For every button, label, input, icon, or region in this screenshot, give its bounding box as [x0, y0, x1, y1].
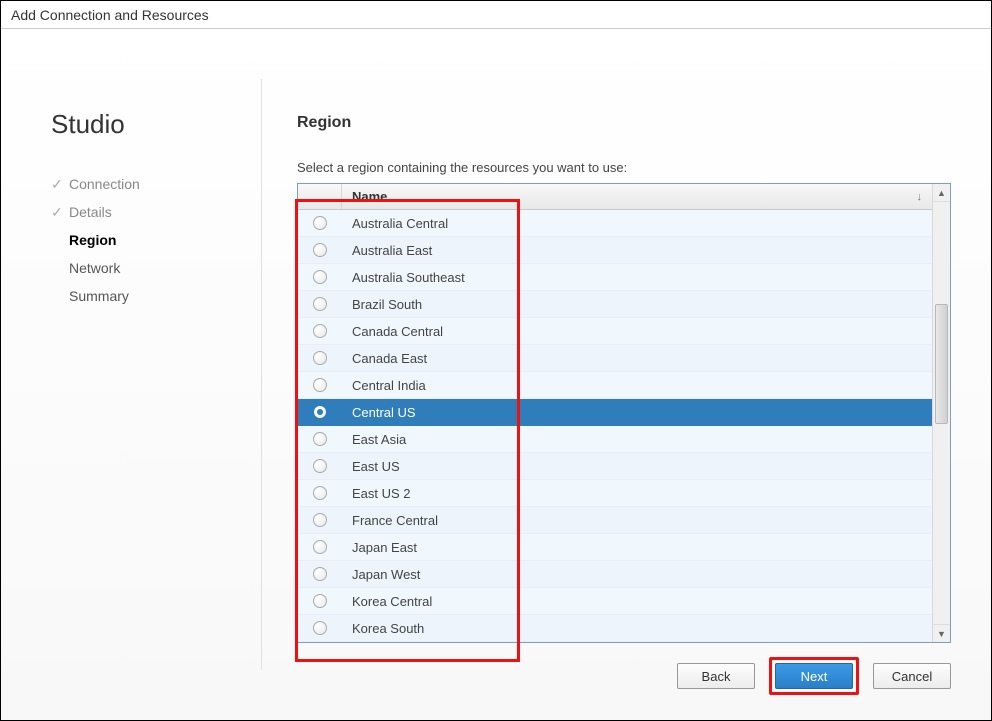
radio-icon: [313, 594, 327, 608]
region-name: Australia East: [342, 243, 932, 258]
radio-icon: [313, 486, 327, 500]
region-name: Australia Southeast: [342, 270, 932, 285]
region-row[interactable]: East Asia: [298, 426, 932, 453]
region-radio[interactable]: [298, 216, 342, 230]
wizard-step-region[interactable]: Region: [51, 226, 251, 254]
column-header-name: Name: [352, 189, 387, 204]
region-radio[interactable]: [298, 270, 342, 284]
window-titlebar: Add Connection and Resources: [1, 1, 991, 29]
region-radio[interactable]: [298, 405, 342, 419]
region-row[interactable]: Australia Southeast: [298, 264, 932, 291]
region-row[interactable]: Central India: [298, 372, 932, 399]
header-name-col[interactable]: Name ↓: [342, 189, 932, 204]
region-row[interactable]: Korea South: [298, 615, 932, 642]
region-row[interactable]: Canada East: [298, 345, 932, 372]
region-name: East US: [342, 459, 932, 474]
window-title: Add Connection and Resources: [11, 7, 209, 23]
radio-icon: [313, 378, 327, 392]
wizard-step-connection[interactable]: Connection: [51, 170, 251, 198]
region-radio[interactable]: [298, 567, 342, 581]
region-row[interactable]: Central US: [298, 399, 932, 426]
wizard-sidebar: Studio ConnectionDetailsRegionNetworkSum…: [1, 29, 261, 720]
region-name: France Central: [342, 513, 932, 528]
region-rows: Australia Central Australia East Australia…: [298, 210, 932, 642]
region-row[interactable]: Australia East: [298, 237, 932, 264]
radio-icon: [313, 216, 327, 230]
header-radio-col: [298, 184, 342, 209]
region-row[interactable]: Australia Central: [298, 210, 932, 237]
region-radio[interactable]: [298, 513, 342, 527]
next-button[interactable]: Next: [775, 663, 853, 689]
region-radio[interactable]: [298, 351, 342, 365]
region-row[interactable]: Brazil South: [298, 291, 932, 318]
region-row[interactable]: Japan East: [298, 534, 932, 561]
region-name: Australia Central: [342, 216, 932, 231]
region-row[interactable]: Japan West: [298, 561, 932, 588]
radio-icon: [313, 270, 327, 284]
region-name: East US 2: [342, 486, 932, 501]
wizard-step-network[interactable]: Network: [51, 254, 251, 282]
scroll-thumb[interactable]: [935, 304, 948, 424]
region-radio[interactable]: [298, 324, 342, 338]
list-header: Name ↓: [298, 184, 932, 210]
radio-icon: [313, 324, 327, 338]
wizard-steps: ConnectionDetailsRegionNetworkSummary: [51, 170, 251, 310]
region-name: Korea Central: [342, 594, 932, 609]
region-radio[interactable]: [298, 486, 342, 500]
radio-icon: [313, 540, 327, 554]
vertical-scrollbar[interactable]: ▲ ▼: [932, 184, 950, 642]
instruction-text: Select a region containing the resources…: [297, 160, 951, 175]
region-row[interactable]: East US 2: [298, 480, 932, 507]
region-name: Central US: [342, 405, 932, 420]
region-name: Brazil South: [342, 297, 932, 312]
sort-arrow-icon: ↓: [917, 191, 923, 203]
radio-icon: [313, 567, 327, 581]
region-name: Japan East: [342, 540, 932, 555]
radio-icon: [313, 351, 327, 365]
radio-icon: [313, 297, 327, 311]
radio-icon: [313, 405, 327, 419]
region-radio[interactable]: [298, 378, 342, 392]
region-row[interactable]: Korea Central: [298, 588, 932, 615]
scroll-up-icon[interactable]: ▲: [933, 184, 950, 202]
radio-icon: [313, 621, 327, 635]
region-radio[interactable]: [298, 432, 342, 446]
wizard-step-summary[interactable]: Summary: [51, 282, 251, 310]
region-name: East Asia: [342, 432, 932, 447]
region-radio[interactable]: [298, 459, 342, 473]
region-name: Canada Central: [342, 324, 932, 339]
main-panel: Region Select a region containing the re…: [262, 29, 991, 720]
annotation-highlight-next: Next: [769, 657, 859, 695]
region-row[interactable]: East US: [298, 453, 932, 480]
app-name: Studio: [51, 109, 251, 140]
page-heading: Region: [297, 114, 951, 132]
wizard-step-details[interactable]: Details: [51, 198, 251, 226]
region-radio[interactable]: [298, 297, 342, 311]
radio-icon: [313, 513, 327, 527]
radio-icon: [313, 243, 327, 257]
region-row[interactable]: Canada Central: [298, 318, 932, 345]
scroll-down-icon[interactable]: ▼: [933, 624, 950, 642]
wizard-footer: Back Next Cancel: [677, 657, 951, 695]
radio-icon: [313, 432, 327, 446]
cancel-button[interactable]: Cancel: [873, 663, 951, 689]
region-listbox: Name ↓ Australia CentralAustralia EastAu…: [297, 183, 951, 643]
radio-icon: [313, 459, 327, 473]
region-name: Central India: [342, 378, 932, 393]
back-button[interactable]: Back: [677, 663, 755, 689]
region-radio[interactable]: [298, 621, 342, 635]
region-row[interactable]: France Central: [298, 507, 932, 534]
region-name: Korea South: [342, 621, 932, 636]
region-radio[interactable]: [298, 540, 342, 554]
region-radio[interactable]: [298, 594, 342, 608]
region-name: Canada East: [342, 351, 932, 366]
region-name: Japan West: [342, 567, 932, 582]
content-area: Studio ConnectionDetailsRegionNetworkSum…: [1, 29, 991, 720]
region-radio[interactable]: [298, 243, 342, 257]
